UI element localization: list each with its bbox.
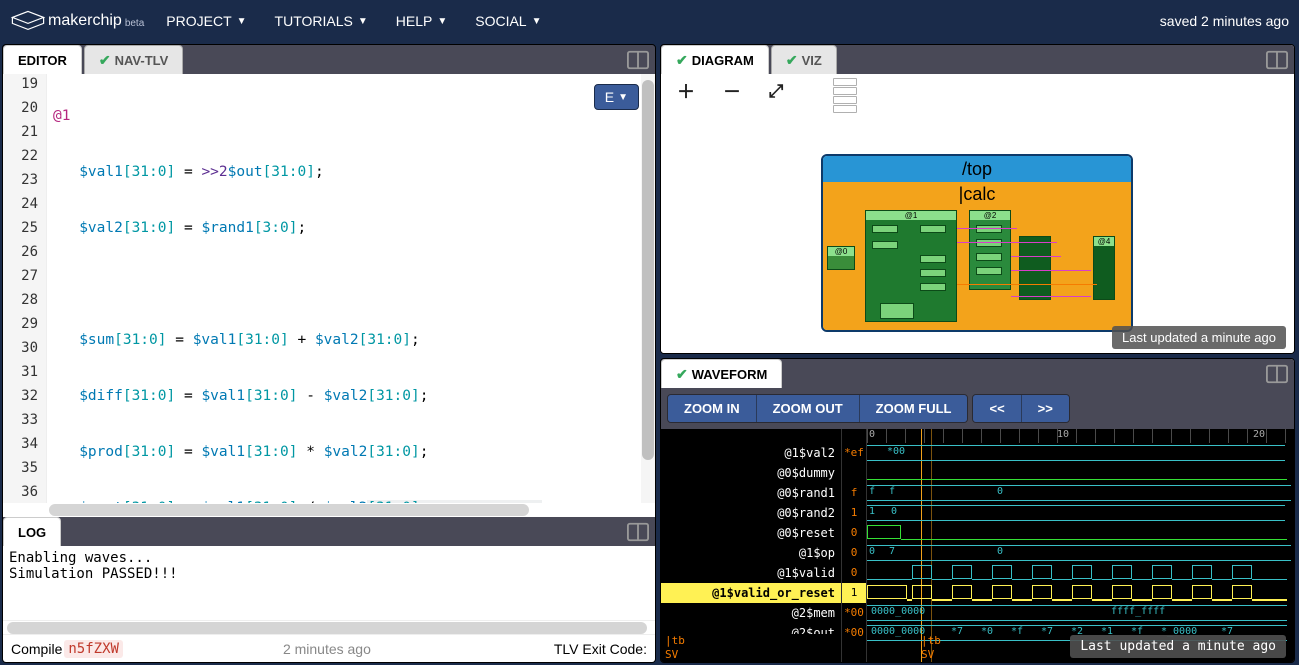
zoom-in-icon[interactable]: ＋ — [677, 78, 695, 104]
exit-code-label: TLV Exit Code: — [554, 641, 647, 657]
waveform-canvas[interactable]: 0 10 20 *00 ff0 10 — [867, 429, 1294, 662]
log-line: Enabling waves... — [9, 550, 649, 566]
tab-editor[interactable]: EDITOR — [3, 45, 82, 74]
caret-down-icon: ▼ — [358, 16, 368, 27]
check-icon: ✔ — [676, 52, 688, 69]
editor-hscroll[interactable] — [3, 503, 655, 517]
split-pane-icon[interactable] — [1266, 364, 1288, 384]
check-icon: ✔ — [99, 52, 111, 69]
tab-log[interactable]: LOG — [3, 517, 61, 546]
sig-name-highlighted[interactable]: @1$valid_or_reset — [661, 583, 841, 603]
zoom-out-button[interactable]: ZOOM OUT — [756, 395, 859, 422]
editor-tabs: EDITOR ✔NAV-TLV — [3, 45, 655, 74]
waveform-updated-label: Last updated a minute ago — [1070, 635, 1286, 658]
prev-button[interactable]: << — [973, 395, 1020, 422]
wf-footer-names-right: |tb SV — [921, 634, 1041, 662]
sig-name[interactable]: @1$valid — [661, 563, 841, 583]
tab-viz[interactable]: ✔VIZ — [771, 45, 837, 74]
log-hscroll[interactable] — [3, 620, 655, 634]
check-icon: ✔ — [786, 52, 798, 69]
log-output[interactable]: Enabling waves... Simulation PASSED!!! — [3, 546, 655, 620]
diagram-tools: ＋ － ⤢ — [661, 74, 1294, 108]
nav-help[interactable]: HELP▼ — [382, 0, 461, 42]
line-gutter: 19 20 21 22 23 24 25 26 27 28 29 30 31 3… — [3, 74, 47, 503]
split-pane-icon[interactable] — [1266, 50, 1288, 70]
diagram-tabs: ✔DIAGRAM ✔VIZ — [661, 45, 1294, 74]
makerchip-logo-icon — [10, 9, 46, 33]
waveform-tabs: ✔WAVEFORM — [661, 359, 1294, 388]
next-button[interactable]: >> — [1021, 395, 1069, 422]
diagram-updated-label: Last updated a minute ago — [1112, 326, 1286, 349]
calc-label: |calc — [823, 182, 1131, 206]
caret-down-icon: ▼ — [532, 16, 542, 27]
nav-social[interactable]: SOCIAL▼ — [461, 0, 555, 42]
log-tabs: LOG — [3, 517, 655, 546]
editor-e-button[interactable]: E▼ — [594, 84, 639, 110]
zoom-out-icon[interactable]: － — [723, 78, 741, 104]
logo-beta: beta — [125, 18, 144, 29]
waveform-toolbar: ZOOM IN ZOOM OUT ZOOM FULL << >> — [661, 388, 1294, 429]
compile-code: n5fZXW — [64, 640, 123, 658]
nav-project[interactable]: PROJECT▼ — [152, 0, 260, 42]
diagram-legend — [833, 78, 857, 113]
log-footer: Compile n5fZXW 2 minutes ago TLV Exit Co… — [3, 634, 655, 662]
sig-name[interactable]: @2$mem — [661, 603, 841, 623]
top-label: /top — [823, 156, 1131, 182]
split-pane-icon[interactable] — [627, 50, 649, 70]
caret-down-icon: ▼ — [618, 92, 628, 103]
tab-diagram[interactable]: ✔DIAGRAM — [661, 45, 769, 74]
sig-name[interactable]: @0$rand2 — [661, 503, 841, 523]
sig-name[interactable]: @1$val2 — [661, 443, 841, 463]
signal-names: @1$val2 @0$dummy @0$rand1 @0$rand2 @0$re… — [661, 429, 841, 662]
zoom-full-button[interactable]: ZOOM FULL — [859, 395, 968, 422]
logo[interactable]: makerchip beta — [10, 9, 144, 33]
tab-navtlv[interactable]: ✔NAV-TLV — [84, 45, 183, 74]
code-editor[interactable]: 19 20 21 22 23 24 25 26 27 28 29 30 31 3… — [3, 74, 655, 503]
sig-name[interactable]: @0$rand1 — [661, 483, 841, 503]
diagram-top-block: /top |calc @0 @1 @2 — [821, 154, 1133, 332]
code-area[interactable]: @1 $val1[31:0] = >>2$out[31:0]; $val2[31… — [47, 74, 655, 503]
split-pane-icon[interactable] — [627, 522, 649, 542]
tab-waveform[interactable]: ✔WAVEFORM — [661, 359, 782, 388]
zoom-in-button[interactable]: ZOOM IN — [668, 395, 756, 422]
saved-label: saved 2 minutes ago — [1160, 13, 1289, 29]
logo-word: makerchip — [48, 12, 122, 30]
wf-footer-names: |tb SV — [661, 634, 841, 662]
caret-down-icon: ▼ — [237, 16, 247, 27]
caret-down-icon: ▼ — [437, 16, 447, 27]
diagram-canvas[interactable]: /top |calc @0 @1 @2 — [661, 108, 1294, 353]
editor-vscroll[interactable] — [641, 74, 655, 503]
log-line: Simulation PASSED!!! — [9, 566, 649, 582]
compile-label: Compile — [11, 641, 62, 657]
signal-values: *ef f 1 0 0 0 1 *00 *00 — [841, 429, 867, 662]
waveform-body[interactable]: @1$val2 @0$dummy @0$rand1 @0$rand2 @0$re… — [661, 429, 1294, 662]
expand-icon[interactable]: ⤢ — [769, 81, 783, 102]
sig-name[interactable]: @0$dummy — [661, 463, 841, 483]
nav-tutorials[interactable]: TUTORIALS▼ — [261, 0, 382, 42]
check-icon: ✔ — [676, 366, 688, 383]
sig-name[interactable]: @1$op — [661, 543, 841, 563]
sig-name[interactable]: @0$reset — [661, 523, 841, 543]
compile-time: 2 minutes ago — [283, 641, 371, 657]
